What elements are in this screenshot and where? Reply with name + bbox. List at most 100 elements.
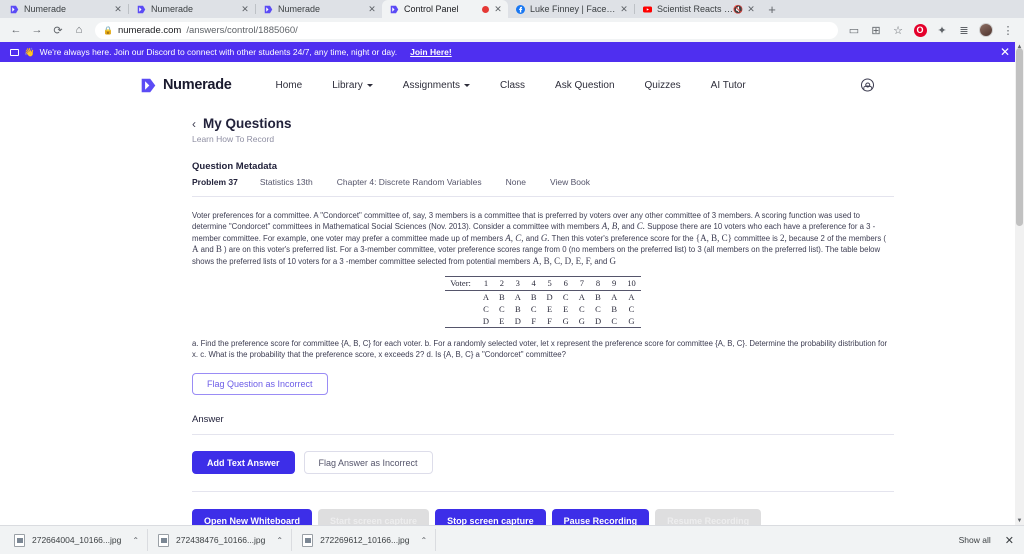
nav-item-ask-question[interactable]: Ask Question [555,80,614,91]
q-seg: for each voter. b. For a randomly select… [370,338,551,348]
mute-icon[interactable]: 🔇 [733,5,743,14]
voter-preference-table-wrap: Voter: 1 2 3 4 5 6 7 8 9 10 A B A B D C … [192,276,894,328]
q-var: A, B, C, D, E, F, [532,255,593,266]
voter-number: 2 [494,276,510,290]
table-cell: F [541,314,558,328]
chat-bubble-icon [10,48,19,56]
reading-list-icon[interactable]: ≣ [954,20,974,40]
close-icon[interactable]: ✕ [1005,534,1014,547]
back-icon[interactable]: ← [6,20,26,40]
browser-tab[interactable]: Luke Finney | Facebook ✕ [508,0,634,18]
q-var: G [609,255,617,266]
tab-title: Numerade [278,4,321,14]
table-cell: B [514,303,521,314]
download-item[interactable]: 272269612_10166...jpg ⌃ [294,529,437,551]
close-icon[interactable]: ✕ [1000,46,1010,58]
chevron-up-icon[interactable]: ⌃ [420,536,427,545]
numerade-icon [390,5,399,14]
account-circle-icon[interactable] [861,78,874,92]
stop-screen-capture-button[interactable]: Stop screen capture [435,509,546,525]
reload-icon[interactable]: ⟳ [48,20,68,40]
table-cell: A [514,291,521,302]
q-var: {A, B, C} [443,349,474,359]
close-icon[interactable]: ✕ [619,4,629,15]
site-header: Numerade Home Library Assignments Class … [0,62,1024,108]
back-chevron-icon[interactable]: ‹ [192,117,196,131]
browser-tab[interactable]: Numerade ✕ [2,0,128,18]
learn-how-to-record-link[interactable]: Learn How To Record [192,134,894,144]
open-new-whiteboard-button[interactable]: Open New Whiteboard [192,509,313,525]
cast-icon[interactable]: ▭ [844,20,864,40]
add-text-answer-button[interactable]: Add Text Answer [192,451,295,475]
q-seg: d. Is [424,349,444,359]
view-book-link[interactable]: View Book [550,177,590,187]
metadata-section: None [505,177,526,187]
table-cell: B [499,291,505,302]
nav-item-quizzes[interactable]: Quizzes [645,80,681,91]
join-discord-link[interactable]: Join Here! [410,47,452,57]
chevron-up-icon[interactable]: ⌃ [132,536,139,545]
main-content: ‹ My Questions Learn How To Record Quest… [0,108,1024,525]
q-seg: a "Condorcet" committee? [473,349,566,359]
voter-number: 4 [525,276,542,290]
browser-tab-active[interactable]: Control Panel ✕ [382,0,508,18]
q-seg: a. Find the preference score for committ… [192,338,342,348]
scroll-down-icon[interactable]: ▼ [1015,516,1024,525]
numerade-logo[interactable]: Numerade [140,77,232,94]
close-icon[interactable]: ✕ [746,4,756,15]
metadata-book: Statistics 13th [259,177,313,187]
table-row: A B A B D C A B A A [445,290,640,303]
show-all-downloads-link[interactable]: Show all [959,535,991,545]
flag-question-as-incorrect-button[interactable]: Flag Question as Incorrect [192,373,328,396]
nav-item-ai-tutor[interactable]: AI Tutor [711,80,746,91]
voter-number: 8 [589,276,607,290]
nav-item-home[interactable]: Home [276,80,303,91]
chrome-menu-icon[interactable]: ⋮ [998,20,1018,40]
page-viewport: 👋 We're always here. Join our Discord to… [0,42,1024,525]
avatar[interactable] [976,20,996,40]
url-path: /answers/control/1885060/ [186,24,298,36]
q-var: {A, B, C} [695,232,732,243]
page-scrollbar[interactable]: ▲ ▼ [1015,42,1024,525]
table-cell: C [628,303,635,314]
nav-item-assignments[interactable]: Assignments [403,80,471,91]
new-tab-button[interactable]: + [761,0,783,18]
table-cell: D [589,314,607,328]
q-seg: represent the preference score for commi… [554,338,716,348]
bookmark-star-icon[interactable]: ☆ [888,20,908,40]
browser-toolbar: ← → ⟳ ⌂ 🔒 numerade.com/answers/control/1… [0,18,1024,42]
download-item[interactable]: 272438476_10166...jpg ⌃ [150,529,293,551]
image-file-icon [302,533,314,547]
pause-recording-button[interactable]: Pause Recording [551,509,650,525]
close-icon[interactable]: ✕ [367,4,377,15]
address-bar[interactable]: 🔒 numerade.com/answers/control/1885060/ [95,21,838,39]
nav-item-library[interactable]: Library [332,80,373,91]
voter-number: 6 [557,276,574,290]
question-metadata: Question Metadata Problem 37 Statistics … [192,161,894,197]
forward-icon[interactable]: → [27,20,47,40]
download-filename: 272269612_10166...jpg [320,535,410,545]
header-account[interactable] [861,78,874,92]
chevron-up-icon[interactable]: ⌃ [276,536,283,545]
nav-label: Library [332,79,363,91]
browser-tab[interactable]: Numerade ✕ [129,0,255,18]
download-item[interactable]: 272664004_10166...jpg ⌃ [6,529,149,551]
browser-tab[interactable]: Scientist Reacts to "Fossil R... 🔇 ✕ [635,0,761,18]
flag-answer-as-incorrect-button[interactable]: Flag Answer as Incorrect [303,451,433,475]
youtube-icon [643,5,652,14]
close-icon[interactable]: ✕ [240,4,250,15]
table-cell: B [595,291,601,302]
table-cell: C [530,303,537,314]
opera-extension-icon[interactable]: O [910,20,930,40]
scrollbar-thumb[interactable] [1016,48,1023,226]
nav-label: Class [500,79,526,91]
home-icon[interactable]: ⌂ [69,20,89,40]
browser-tab[interactable]: Numerade ✕ [256,0,382,18]
q-var: A, B, [601,221,620,232]
extensions-puzzle-icon[interactable]: ✦ [932,20,952,40]
close-icon[interactable]: ✕ [493,4,503,15]
q-seg: . Determine the probability distribution… [745,338,888,348]
share-icon[interactable]: ⊞ [866,20,886,40]
nav-item-class[interactable]: Class [500,80,525,91]
close-icon[interactable]: ✕ [113,4,123,15]
